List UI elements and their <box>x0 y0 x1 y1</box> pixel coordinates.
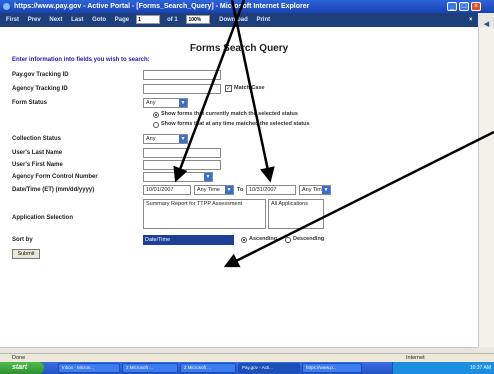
first-page-button[interactable]: First <box>6 17 19 23</box>
chevron-down-icon: ▼ <box>322 186 330 194</box>
match-case-label: Match Case <box>234 85 265 91</box>
clock: 10:37 AM <box>469 365 491 371</box>
match-case-checkbox[interactable]: ✓ <box>225 85 232 92</box>
window-titlebar: https://www.pay.gov - Active Portal - [F… <box>0 0 494 13</box>
sort-by-select[interactable]: Date/Time <box>143 235 234 245</box>
taskbar: start Inbox - Micros... 2 Microsoft ... … <box>0 362 494 374</box>
report-toolbar: First Prev Next Last Goto Page 1 of 1 100%… <box>0 13 478 27</box>
form-status-label: Form Status <box>12 100 48 106</box>
status-anytime-radio[interactable] <box>153 122 159 128</box>
descending-label: Descending <box>293 236 325 242</box>
chevron-down-icon: ▼ <box>179 135 187 143</box>
taskbar-item[interactable]: 2 Microsoft ... <box>180 363 236 373</box>
last-page-button[interactable]: Last <box>71 17 83 23</box>
page-title: Forms Search Query <box>189 43 289 54</box>
chevron-down-icon: ▼ <box>204 173 212 181</box>
download-button[interactable]: Download <box>219 17 248 23</box>
window-title: https://www.pay.gov - Active Portal - [F… <box>14 3 310 10</box>
to-label: To <box>237 187 244 193</box>
submit-button[interactable]: Submit <box>12 249 40 259</box>
time-to-select[interactable]: Any Time ▼ <box>299 185 331 195</box>
application-listbox-2[interactable]: All Applications <box>268 199 324 229</box>
taskbar-item[interactable]: Pay.gov - Acti... <box>238 363 300 373</box>
goto-button[interactable]: Goto <box>92 17 106 23</box>
last-name-input[interactable] <box>143 148 221 158</box>
taskbar-item[interactable]: Inbox - Micros... <box>58 363 120 373</box>
time-from-value: Any Time <box>197 187 220 193</box>
collection-status-select[interactable]: Any ▼ <box>143 134 188 144</box>
screen: https://www.pay.gov - Active Portal - [F… <box>0 0 494 374</box>
status-current-label: Show forms that currently match the sele… <box>161 111 298 117</box>
list-item[interactable]: All Applications <box>271 201 321 207</box>
close-report-icon[interactable]: × <box>469 13 473 27</box>
tracking-id-input[interactable] <box>143 70 221 80</box>
minimize-button[interactable]: _ <box>447 2 457 11</box>
vertical-scrollbar[interactable] <box>478 27 494 347</box>
sort-by-label: Sort by <box>12 237 33 243</box>
taskbar-item[interactable]: 2 Microsoft ... <box>122 363 178 373</box>
status-text: Done <box>12 355 26 361</box>
status-bar: Done Internet <box>0 353 494 362</box>
taskbar-item[interactable]: https://www.p... <box>302 363 362 373</box>
page-number-input[interactable]: 1 <box>136 14 161 24</box>
chevron-down-icon: ▼ <box>225 186 233 194</box>
first-name-input[interactable] <box>143 160 221 170</box>
prev-page-button[interactable]: Prev <box>28 17 41 23</box>
ascending-radio[interactable] <box>241 237 247 243</box>
last-name-label: User's Last Name <box>12 150 63 156</box>
application-listbox[interactable]: Summary Report for TTPP Assessment <box>143 199 266 229</box>
next-page-button[interactable]: Next <box>49 17 62 23</box>
status-anytime-label: Show forms that at any time matched the … <box>161 121 310 127</box>
control-number-select[interactable]: ▼ <box>143 172 213 182</box>
date-range-label: Date/Time (ET) (mm/dd/yyyy) <box>12 187 95 193</box>
time-from-select[interactable]: Any Time ▼ <box>194 185 234 195</box>
start-button[interactable]: start <box>0 362 44 374</box>
collection-status-value: Any <box>146 136 156 142</box>
instructions-text: Enter information into fields you wish t… <box>12 57 150 63</box>
status-current-radio[interactable] <box>153 112 159 118</box>
print-button[interactable]: Print <box>256 17 270 23</box>
page-count: of 1 <box>167 17 178 23</box>
date-to-input[interactable]: 10/31/2007 <box>246 185 296 195</box>
chevron-down-icon: ▼ <box>179 99 187 107</box>
maximize-button[interactable]: □ <box>459 2 469 11</box>
date-from-input[interactable]: 10/01/2007 <box>143 185 191 195</box>
page-label: Page <box>114 17 130 23</box>
internet-explorer-icon <box>3 3 10 10</box>
form-status-select[interactable]: Any ▼ <box>143 98 188 108</box>
close-window-button[interactable]: × <box>471 2 481 11</box>
control-number-label: Agency Form Control Number <box>12 174 98 180</box>
system-tray: 10:37 AM <box>392 362 494 374</box>
first-name-label: User's First Name <box>12 162 63 168</box>
collection-status-label: Collection Status <box>12 136 62 142</box>
descending-radio[interactable] <box>285 237 291 243</box>
internet-zone-text: Internet <box>406 355 425 361</box>
application-label: Application Selection <box>12 215 74 221</box>
agency-tracking-input[interactable] <box>143 84 221 94</box>
form-status-value: Any <box>146 100 156 106</box>
zoom-select[interactable]: 100% <box>186 14 211 24</box>
agency-tracking-label: Agency Tracking ID <box>12 86 68 92</box>
page-content: Forms Search Query Enter information int… <box>0 27 478 347</box>
tracking-id-label: Pay.gov Tracking ID <box>12 72 69 78</box>
ascending-label: Ascending <box>249 236 278 242</box>
list-item[interactable]: Summary Report for TTPP Assessment <box>146 201 263 207</box>
